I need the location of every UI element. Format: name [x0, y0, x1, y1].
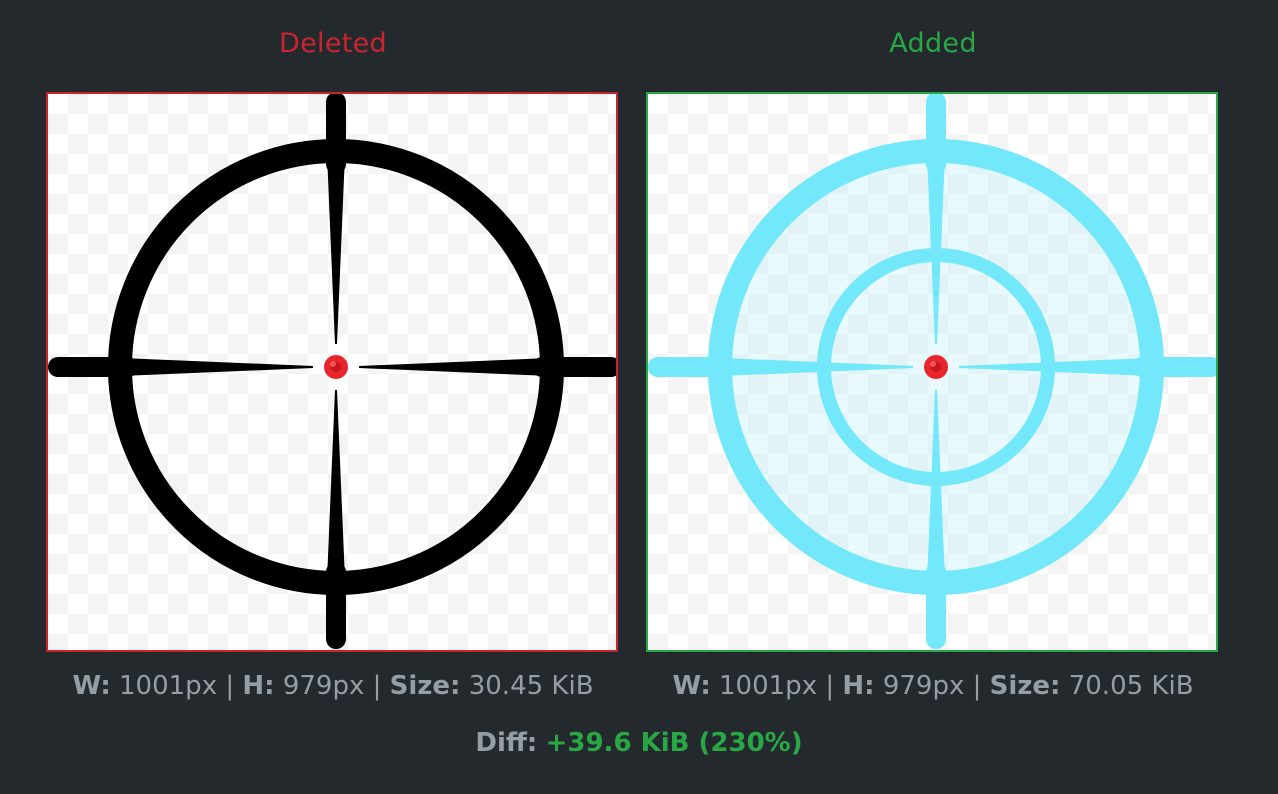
deleted-title: Deleted — [279, 28, 387, 59]
diff-value: +39.6 KiB (230%) — [545, 728, 803, 758]
size-value: 30.45 KiB — [468, 671, 594, 701]
separator: | — [972, 671, 982, 701]
separator: | — [372, 671, 382, 701]
size-label: Size: — [989, 671, 1061, 701]
added-title: Added — [889, 28, 977, 59]
crosshair-cyan-icon — [648, 94, 1216, 649]
size-value: 70.05 KiB — [1068, 671, 1194, 701]
height-value: 979px — [882, 671, 965, 701]
width-label: W: — [672, 671, 711, 701]
height-label: H: — [842, 671, 875, 701]
size-label: Size: — [389, 671, 461, 701]
added-image-meta: W: 1001px | H: 979px | Size: 70.05 KiB — [646, 671, 1220, 701]
deleted-image-meta: W: 1001px | H: 979px | Size: 30.45 KiB — [46, 671, 620, 701]
separator: | — [825, 671, 835, 701]
size-diff: Diff: +39.6 KiB (230%) — [0, 728, 1278, 758]
width-label: W: — [72, 671, 111, 701]
height-label: H: — [242, 671, 275, 701]
crosshair-black-icon — [48, 94, 616, 649]
width-value: 1001px — [719, 671, 818, 701]
width-value: 1001px — [119, 671, 218, 701]
added-image-frame — [646, 92, 1218, 652]
height-value: 979px — [282, 671, 365, 701]
diff-label: Diff: — [475, 728, 538, 758]
separator: | — [225, 671, 235, 701]
deleted-image-frame — [46, 92, 618, 652]
